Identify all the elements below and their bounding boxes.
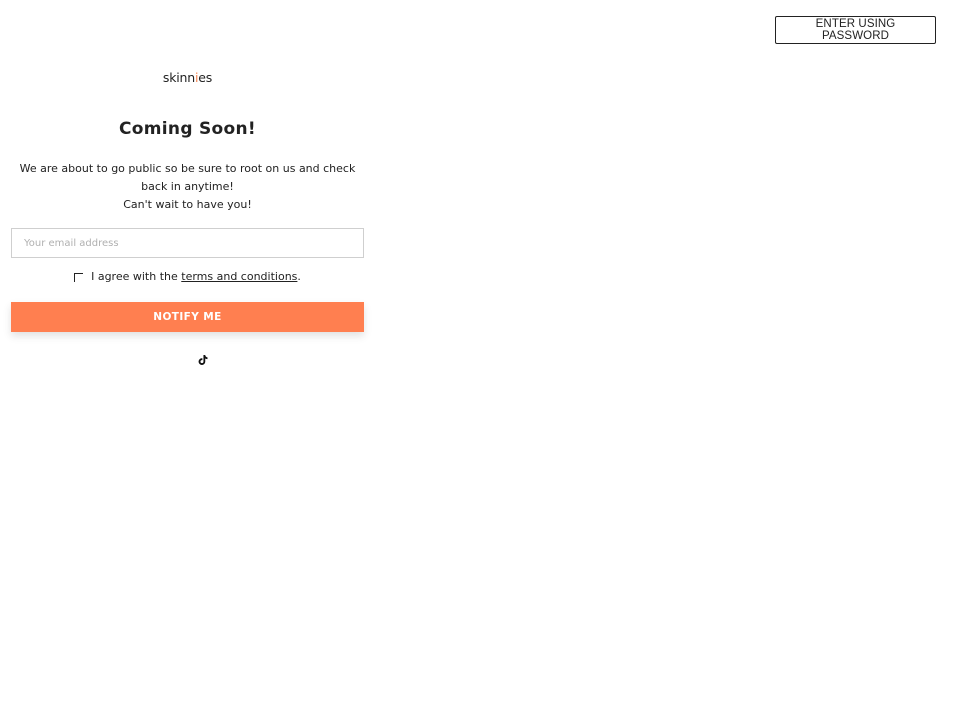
terms-agreement: I agree with the terms and conditions . xyxy=(11,270,364,283)
brand-logo[interactable]: skinnies xyxy=(11,70,364,85)
tiktok-icon[interactable] xyxy=(197,351,209,365)
logo-text-start: skinn xyxy=(162,70,195,85)
notify-me-button[interactable]: NOTIFY ME xyxy=(11,302,364,332)
page-title: Coming Soon! xyxy=(119,119,256,139)
description-line: We are about to go public so be sure to … xyxy=(19,162,356,193)
coming-soon-page: ENTER USING PASSWORD skinnies Coming Soo… xyxy=(0,0,960,720)
logo-text-end: es xyxy=(198,70,213,85)
description-line: Can't wait to have you! xyxy=(123,198,252,211)
tiktok-icon-graphic xyxy=(198,355,208,365)
enter-using-password-button[interactable]: ENTER USING PASSWORD xyxy=(775,16,936,44)
terms-link[interactable]: terms and conditions xyxy=(181,270,297,283)
agree-label: I agree with the xyxy=(91,270,182,283)
agree-suffix: . xyxy=(297,270,301,283)
email-input[interactable] xyxy=(11,228,364,258)
page-description: We are about to go public so be sure to … xyxy=(11,160,364,214)
agree-checkbox[interactable] xyxy=(74,273,84,282)
